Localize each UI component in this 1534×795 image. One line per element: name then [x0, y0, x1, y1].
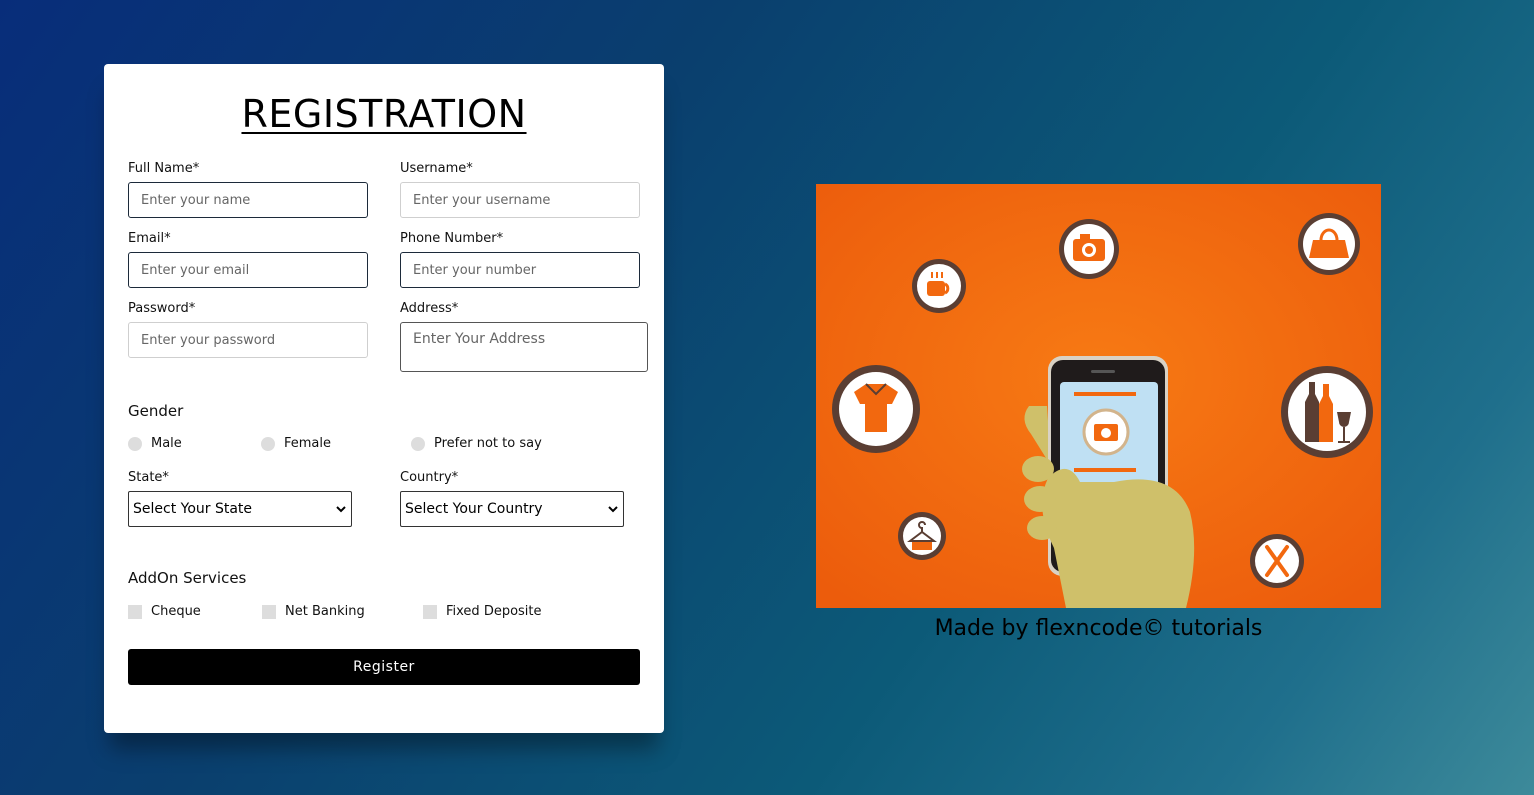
- chevron-down-icon: [336, 506, 346, 513]
- full-name-label: Full Name*: [128, 161, 200, 176]
- gender-option-prefer-not[interactable]: Prefer not to say: [411, 436, 542, 451]
- female-label: Female: [284, 436, 332, 451]
- phone-label: Phone Number*: [400, 231, 504, 246]
- addon-option-fixed-deposite[interactable]: Fixed Deposite: [423, 604, 542, 619]
- credit-text: Made by flexncode© tutorials: [934, 616, 1263, 641]
- wine-bottles-icon: [1281, 366, 1373, 458]
- prefer-not-radio[interactable]: [411, 436, 425, 451]
- phone-input[interactable]: [400, 252, 640, 288]
- state-label: State*: [128, 470, 169, 485]
- handbag-icon: [1298, 213, 1360, 275]
- hanger-icon: [898, 512, 946, 560]
- male-radio[interactable]: [128, 436, 142, 451]
- shopping-app-illustration: [816, 184, 1381, 608]
- addons-heading: AddOn Services: [128, 569, 247, 587]
- camera-icon: [1059, 219, 1119, 279]
- addon-option-net-banking[interactable]: Net Banking: [262, 604, 365, 619]
- gender-heading: Gender: [128, 402, 184, 420]
- password-input[interactable]: [128, 322, 368, 358]
- net-banking-label: Net Banking: [285, 604, 365, 619]
- page-title: REGISTRATION: [241, 92, 527, 136]
- gender-option-male[interactable]: Male: [128, 436, 182, 451]
- shirt-icon: [832, 365, 920, 453]
- email-label: Email*: [128, 231, 171, 246]
- address-textarea[interactable]: [400, 322, 648, 372]
- address-label: Address*: [400, 301, 459, 316]
- coffee-cup-icon: [912, 259, 966, 313]
- state-selected-value: Select Your State: [133, 501, 253, 517]
- register-button[interactable]: Register: [128, 649, 640, 685]
- fixed-deposite-label: Fixed Deposite: [446, 604, 542, 619]
- country-selected-value: Select Your Country: [405, 501, 543, 517]
- cheque-checkbox[interactable]: [128, 604, 142, 619]
- registration-card: REGISTRATION Full Name* Username* Email*…: [104, 64, 664, 733]
- net-banking-checkbox[interactable]: [262, 604, 276, 619]
- chevron-down-icon: [608, 506, 618, 513]
- password-label: Password*: [128, 301, 196, 316]
- fixed-deposite-checkbox[interactable]: [423, 604, 437, 619]
- state-select[interactable]: Select Your State: [128, 491, 352, 527]
- fork-knife-icon: [1250, 534, 1304, 588]
- cheque-label: Cheque: [151, 604, 201, 619]
- email-input[interactable]: [128, 252, 368, 288]
- gender-option-female[interactable]: Female: [261, 436, 331, 451]
- country-label: Country*: [400, 470, 459, 485]
- prefer-not-label: Prefer not to say: [434, 436, 542, 451]
- username-input[interactable]: [400, 182, 640, 218]
- country-select[interactable]: Select Your Country: [400, 491, 624, 527]
- full-name-input[interactable]: [128, 182, 368, 218]
- male-label: Male: [151, 436, 182, 451]
- username-label: Username*: [400, 161, 473, 176]
- female-radio[interactable]: [261, 436, 275, 451]
- addon-option-cheque[interactable]: Cheque: [128, 604, 201, 619]
